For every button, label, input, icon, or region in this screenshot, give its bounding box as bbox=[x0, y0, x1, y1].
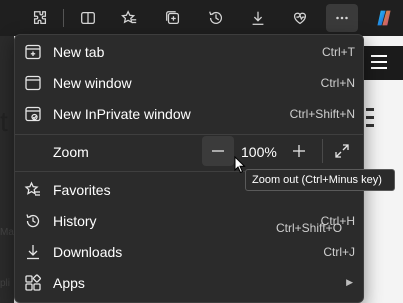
toolbar-separator bbox=[63, 9, 64, 27]
menu-item-apps[interactable]: Apps ▶ bbox=[15, 267, 363, 298]
menu-item-downloads[interactable]: Downloads Ctrl+J bbox=[15, 236, 363, 267]
favorites-icon bbox=[24, 180, 42, 199]
zoom-out-button[interactable] bbox=[202, 136, 234, 166]
inprivate-icon bbox=[24, 105, 42, 123]
page-text-fragment: pli bbox=[0, 278, 11, 289]
apps-icon bbox=[24, 273, 42, 292]
collections-icon[interactable] bbox=[157, 4, 189, 32]
history-icon bbox=[24, 212, 42, 230]
menu-item-label: New tab bbox=[53, 43, 105, 60]
menu-item-history[interactable]: History Ctrl+H bbox=[15, 205, 363, 236]
menu-divider bbox=[15, 134, 363, 135]
fullscreen-expand-icon bbox=[335, 144, 349, 158]
history-icon[interactable] bbox=[200, 4, 232, 32]
menu-item-new-tab[interactable]: New tab Ctrl+T bbox=[15, 36, 363, 67]
hamburger-icon[interactable] bbox=[371, 55, 387, 69]
zoom-out-tooltip: Zoom out (Ctrl+Minus key) bbox=[245, 169, 395, 191]
minus-icon bbox=[212, 150, 224, 152]
zoom-label: Zoom bbox=[53, 143, 89, 160]
menu-item-shortcut: Ctrl+H bbox=[320, 213, 355, 228]
fullscreen-button[interactable] bbox=[326, 136, 358, 166]
more-icon[interactable] bbox=[326, 4, 358, 32]
mouse-cursor-icon bbox=[234, 156, 246, 174]
menu-item-label: New window bbox=[53, 74, 132, 91]
menu-item-shortcut: Ctrl+N bbox=[320, 75, 355, 90]
menu-item-label: New InPrivate window bbox=[53, 105, 191, 122]
new-window-icon bbox=[24, 74, 42, 92]
split-screen-icon[interactable] bbox=[72, 4, 104, 32]
page-header-bar bbox=[360, 46, 403, 80]
menu-item-shortcut: Ctrl+T bbox=[322, 44, 355, 59]
zoom-divider bbox=[322, 139, 323, 163]
menu-item-new-window[interactable]: New window Ctrl+N bbox=[15, 67, 363, 98]
page-text-fragment: Ma bbox=[0, 227, 14, 238]
downloads-icon[interactable] bbox=[242, 4, 274, 32]
page-heading-fragment: t bbox=[0, 106, 8, 137]
browser-toolbar bbox=[0, 0, 403, 36]
plus-icon bbox=[293, 145, 305, 157]
new-tab-icon bbox=[24, 43, 42, 61]
copilot-icon[interactable] bbox=[368, 4, 400, 32]
extensions-icon[interactable] bbox=[24, 4, 56, 32]
menu-item-label: Apps bbox=[53, 274, 85, 291]
menu-item-new-inprivate-window[interactable]: New InPrivate window Ctrl+Shift+N bbox=[15, 98, 363, 129]
menu-item-label: Favorites bbox=[53, 181, 111, 198]
menu-item-shortcut: Ctrl+Shift+N bbox=[289, 106, 355, 121]
page-list-icon bbox=[366, 108, 374, 138]
favorites-star-icon[interactable] bbox=[113, 4, 145, 32]
menu-item-shortcut: Ctrl+J bbox=[323, 244, 355, 259]
zoom-in-button[interactable] bbox=[283, 136, 315, 166]
chevron-right-icon: ▶ bbox=[346, 277, 353, 287]
downloads-icon bbox=[24, 243, 42, 261]
zoom-level: 100% bbox=[241, 144, 277, 160]
browser-essentials-icon[interactable] bbox=[284, 4, 316, 32]
page-left-strip bbox=[0, 36, 14, 303]
menu-item-label: Downloads bbox=[53, 243, 123, 260]
menu-item-label: History bbox=[53, 212, 97, 229]
